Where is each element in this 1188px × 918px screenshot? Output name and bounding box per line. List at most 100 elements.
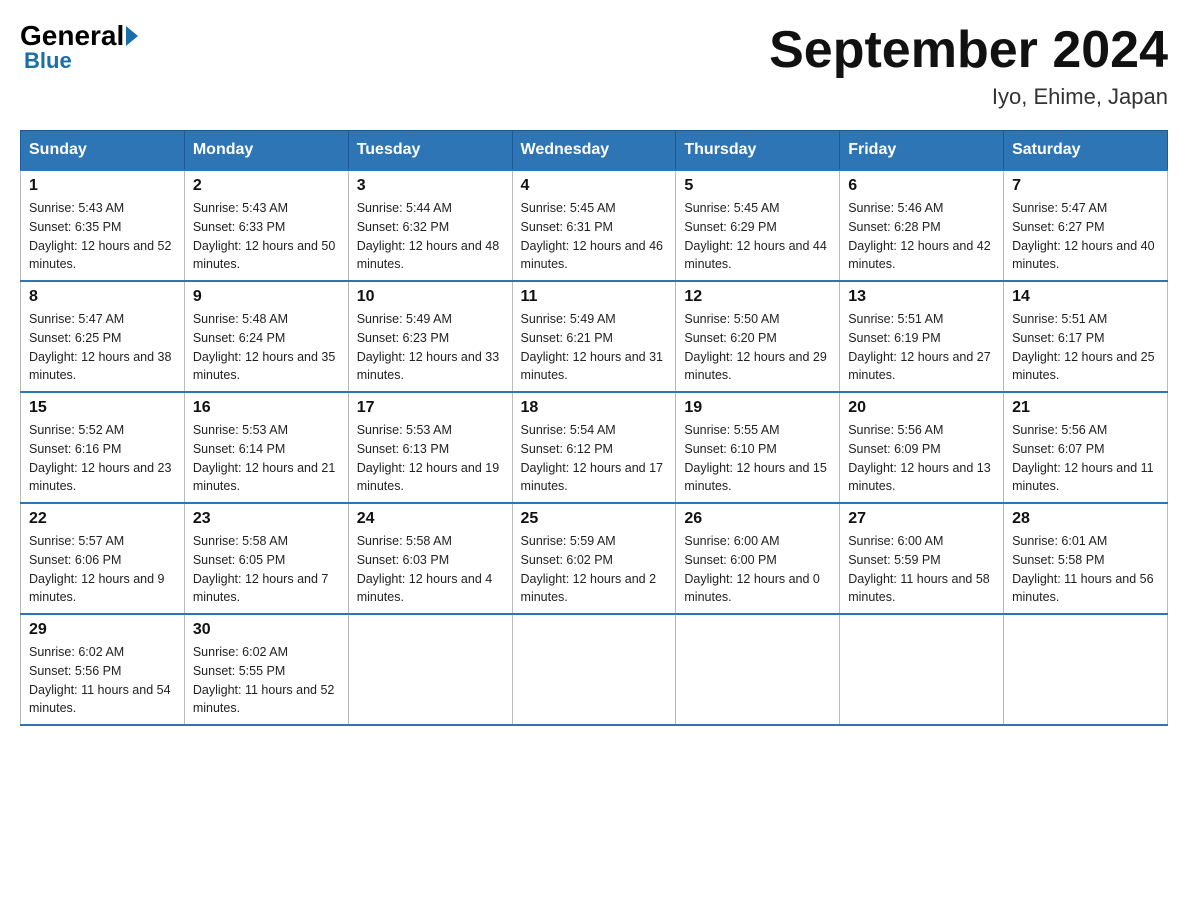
day-info: Sunrise: 6:00 AM Sunset: 5:59 PM Dayligh…	[848, 532, 995, 607]
day-info: Sunrise: 5:45 AM Sunset: 6:31 PM Dayligh…	[521, 199, 668, 274]
day-number: 6	[848, 177, 995, 195]
table-row: 16 Sunrise: 5:53 AM Sunset: 6:14 PM Dayl…	[184, 392, 348, 503]
day-info: Sunrise: 5:45 AM Sunset: 6:29 PM Dayligh…	[684, 199, 831, 274]
day-info: Sunrise: 5:58 AM Sunset: 6:05 PM Dayligh…	[193, 532, 340, 607]
day-number: 3	[357, 177, 504, 195]
month-title: September 2024	[769, 20, 1168, 80]
table-row: 24 Sunrise: 5:58 AM Sunset: 6:03 PM Dayl…	[348, 503, 512, 614]
table-row	[512, 614, 676, 725]
day-number: 8	[29, 288, 176, 306]
table-row: 15 Sunrise: 5:52 AM Sunset: 6:16 PM Dayl…	[21, 392, 185, 503]
table-row: 9 Sunrise: 5:48 AM Sunset: 6:24 PM Dayli…	[184, 281, 348, 392]
day-info: Sunrise: 5:59 AM Sunset: 6:02 PM Dayligh…	[521, 532, 668, 607]
title-section: September 2024 Iyo, Ehime, Japan	[769, 20, 1168, 110]
day-info: Sunrise: 5:57 AM Sunset: 6:06 PM Dayligh…	[29, 532, 176, 607]
calendar-week-row: 15 Sunrise: 5:52 AM Sunset: 6:16 PM Dayl…	[21, 392, 1168, 503]
day-info: Sunrise: 5:43 AM Sunset: 6:35 PM Dayligh…	[29, 199, 176, 274]
logo-blue: Blue	[24, 48, 72, 74]
day-info: Sunrise: 5:53 AM Sunset: 6:14 PM Dayligh…	[193, 421, 340, 496]
col-sunday: Sunday	[21, 131, 185, 171]
day-number: 25	[521, 510, 668, 528]
day-info: Sunrise: 5:44 AM Sunset: 6:32 PM Dayligh…	[357, 199, 504, 274]
table-row: 28 Sunrise: 6:01 AM Sunset: 5:58 PM Dayl…	[1004, 503, 1168, 614]
table-row: 21 Sunrise: 5:56 AM Sunset: 6:07 PM Dayl…	[1004, 392, 1168, 503]
day-number: 12	[684, 288, 831, 306]
table-row: 18 Sunrise: 5:54 AM Sunset: 6:12 PM Dayl…	[512, 392, 676, 503]
day-info: Sunrise: 5:56 AM Sunset: 6:09 PM Dayligh…	[848, 421, 995, 496]
day-number: 13	[848, 288, 995, 306]
table-row: 6 Sunrise: 5:46 AM Sunset: 6:28 PM Dayli…	[840, 170, 1004, 281]
day-number: 17	[357, 399, 504, 417]
table-row: 12 Sunrise: 5:50 AM Sunset: 6:20 PM Dayl…	[676, 281, 840, 392]
col-wednesday: Wednesday	[512, 131, 676, 171]
day-info: Sunrise: 5:47 AM Sunset: 6:25 PM Dayligh…	[29, 310, 176, 385]
table-row: 25 Sunrise: 5:59 AM Sunset: 6:02 PM Dayl…	[512, 503, 676, 614]
table-row: 4 Sunrise: 5:45 AM Sunset: 6:31 PM Dayli…	[512, 170, 676, 281]
table-row: 7 Sunrise: 5:47 AM Sunset: 6:27 PM Dayli…	[1004, 170, 1168, 281]
table-row	[1004, 614, 1168, 725]
table-row	[348, 614, 512, 725]
col-friday: Friday	[840, 131, 1004, 171]
table-row: 26 Sunrise: 6:00 AM Sunset: 6:00 PM Dayl…	[676, 503, 840, 614]
table-row: 8 Sunrise: 5:47 AM Sunset: 6:25 PM Dayli…	[21, 281, 185, 392]
day-number: 28	[1012, 510, 1159, 528]
col-tuesday: Tuesday	[348, 131, 512, 171]
calendar-table: Sunday Monday Tuesday Wednesday Thursday…	[20, 130, 1168, 726]
day-number: 14	[1012, 288, 1159, 306]
day-info: Sunrise: 6:01 AM Sunset: 5:58 PM Dayligh…	[1012, 532, 1159, 607]
day-number: 26	[684, 510, 831, 528]
location: Iyo, Ehime, Japan	[769, 84, 1168, 110]
day-info: Sunrise: 5:53 AM Sunset: 6:13 PM Dayligh…	[357, 421, 504, 496]
day-info: Sunrise: 6:00 AM Sunset: 6:00 PM Dayligh…	[684, 532, 831, 607]
table-row: 29 Sunrise: 6:02 AM Sunset: 5:56 PM Dayl…	[21, 614, 185, 725]
day-info: Sunrise: 5:43 AM Sunset: 6:33 PM Dayligh…	[193, 199, 340, 274]
day-number: 29	[29, 621, 176, 639]
day-info: Sunrise: 5:51 AM Sunset: 6:19 PM Dayligh…	[848, 310, 995, 385]
day-number: 24	[357, 510, 504, 528]
table-row: 10 Sunrise: 5:49 AM Sunset: 6:23 PM Dayl…	[348, 281, 512, 392]
day-info: Sunrise: 6:02 AM Sunset: 5:56 PM Dayligh…	[29, 643, 176, 718]
day-number: 22	[29, 510, 176, 528]
day-info: Sunrise: 5:55 AM Sunset: 6:10 PM Dayligh…	[684, 421, 831, 496]
day-number: 21	[1012, 399, 1159, 417]
day-number: 18	[521, 399, 668, 417]
table-row: 1 Sunrise: 5:43 AM Sunset: 6:35 PM Dayli…	[21, 170, 185, 281]
page-header: General Blue September 2024 Iyo, Ehime, …	[20, 20, 1168, 110]
day-number: 30	[193, 621, 340, 639]
day-number: 4	[521, 177, 668, 195]
day-info: Sunrise: 5:58 AM Sunset: 6:03 PM Dayligh…	[357, 532, 504, 607]
day-number: 16	[193, 399, 340, 417]
day-number: 15	[29, 399, 176, 417]
day-info: Sunrise: 5:56 AM Sunset: 6:07 PM Dayligh…	[1012, 421, 1159, 496]
calendar-week-row: 22 Sunrise: 5:57 AM Sunset: 6:06 PM Dayl…	[21, 503, 1168, 614]
day-number: 1	[29, 177, 176, 195]
table-row: 2 Sunrise: 5:43 AM Sunset: 6:33 PM Dayli…	[184, 170, 348, 281]
table-row: 5 Sunrise: 5:45 AM Sunset: 6:29 PM Dayli…	[676, 170, 840, 281]
table-row: 20 Sunrise: 5:56 AM Sunset: 6:09 PM Dayl…	[840, 392, 1004, 503]
day-number: 11	[521, 288, 668, 306]
table-row: 14 Sunrise: 5:51 AM Sunset: 6:17 PM Dayl…	[1004, 281, 1168, 392]
logo: General Blue	[20, 20, 138, 74]
day-number: 10	[357, 288, 504, 306]
day-number: 7	[1012, 177, 1159, 195]
calendar-week-row: 8 Sunrise: 5:47 AM Sunset: 6:25 PM Dayli…	[21, 281, 1168, 392]
col-thursday: Thursday	[676, 131, 840, 171]
day-number: 9	[193, 288, 340, 306]
table-row: 23 Sunrise: 5:58 AM Sunset: 6:05 PM Dayl…	[184, 503, 348, 614]
day-info: Sunrise: 5:48 AM Sunset: 6:24 PM Dayligh…	[193, 310, 340, 385]
table-row: 3 Sunrise: 5:44 AM Sunset: 6:32 PM Dayli…	[348, 170, 512, 281]
day-number: 27	[848, 510, 995, 528]
logo-arrow-icon	[126, 26, 138, 46]
day-info: Sunrise: 5:49 AM Sunset: 6:21 PM Dayligh…	[521, 310, 668, 385]
col-monday: Monday	[184, 131, 348, 171]
day-number: 19	[684, 399, 831, 417]
table-row: 11 Sunrise: 5:49 AM Sunset: 6:21 PM Dayl…	[512, 281, 676, 392]
table-row: 19 Sunrise: 5:55 AM Sunset: 6:10 PM Dayl…	[676, 392, 840, 503]
table-row: 27 Sunrise: 6:00 AM Sunset: 5:59 PM Dayl…	[840, 503, 1004, 614]
table-row	[676, 614, 840, 725]
day-info: Sunrise: 5:49 AM Sunset: 6:23 PM Dayligh…	[357, 310, 504, 385]
day-info: Sunrise: 6:02 AM Sunset: 5:55 PM Dayligh…	[193, 643, 340, 718]
calendar-header-row: Sunday Monday Tuesday Wednesday Thursday…	[21, 131, 1168, 171]
day-number: 5	[684, 177, 831, 195]
day-info: Sunrise: 5:51 AM Sunset: 6:17 PM Dayligh…	[1012, 310, 1159, 385]
